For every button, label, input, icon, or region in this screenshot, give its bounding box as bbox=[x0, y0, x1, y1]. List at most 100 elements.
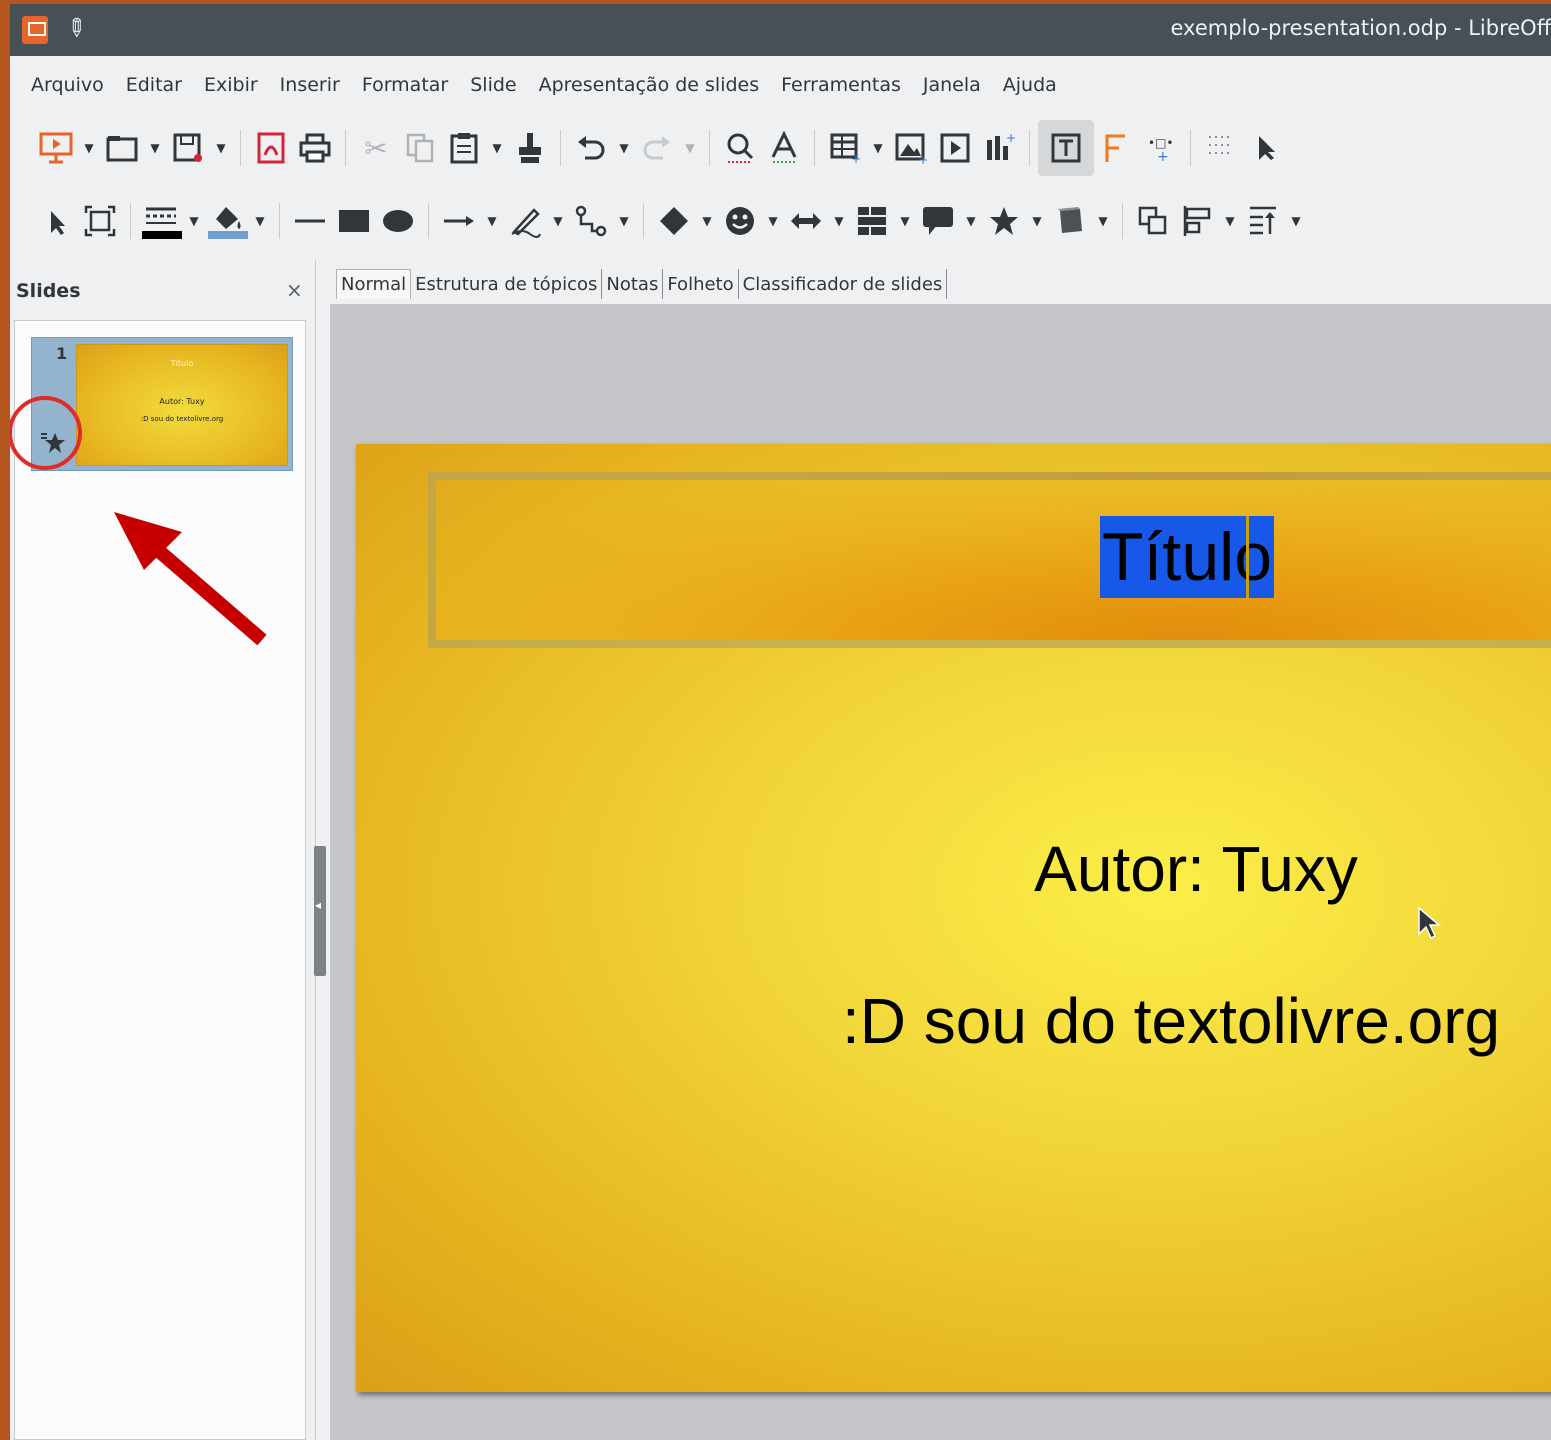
fill-color-dropdown-icon[interactable]: ▼ bbox=[249, 214, 271, 228]
spelling-icon[interactable] bbox=[762, 120, 806, 176]
tab-notes[interactable]: Notas bbox=[602, 269, 664, 299]
menu-ferramentas[interactable]: Ferramentas bbox=[770, 74, 912, 96]
slide-canvas[interactable]: Título Autor: Tuxy :D sou do textolivre.… bbox=[356, 444, 1551, 1392]
view-tabs: Normal Estrutura de tópicos Notas Folhet… bbox=[336, 266, 948, 302]
title-placeholder[interactable] bbox=[428, 472, 1551, 648]
flowchart-dropdown-icon[interactable]: ▼ bbox=[894, 214, 916, 228]
tab-outline[interactable]: Estrutura de tópicos bbox=[411, 269, 603, 299]
cut-icon[interactable]: ✂ bbox=[354, 120, 398, 176]
start-slideshow-icon[interactable] bbox=[34, 120, 78, 176]
save-icon[interactable] bbox=[166, 120, 210, 176]
paste-icon[interactable] bbox=[442, 120, 486, 176]
stars-icon[interactable] bbox=[982, 193, 1026, 249]
connector-icon[interactable] bbox=[569, 193, 613, 249]
image-icon[interactable]: + bbox=[889, 120, 933, 176]
callout-dropdown-icon[interactable]: ▼ bbox=[960, 214, 982, 228]
menu-formatar[interactable]: Formatar bbox=[351, 74, 459, 96]
menu-arquivo[interactable]: Arquivo bbox=[20, 74, 115, 96]
thumbnail-author: Autor: Tuxy bbox=[159, 397, 205, 406]
menu-apresentacao[interactable]: Apresentação de slides bbox=[528, 74, 771, 96]
slideshow-dropdown-icon[interactable]: ▼ bbox=[78, 141, 100, 155]
symbol-shapes-icon[interactable] bbox=[718, 193, 762, 249]
open-dropdown-icon[interactable]: ▼ bbox=[144, 141, 166, 155]
paste-dropdown-icon[interactable]: ▼ bbox=[486, 141, 508, 155]
slide-subtitle[interactable]: :D sou do textolivre.org bbox=[842, 984, 1500, 1058]
lines-arrows-dropdown-icon[interactable]: ▼ bbox=[481, 214, 503, 228]
print-icon[interactable] bbox=[293, 120, 337, 176]
select-icon[interactable] bbox=[34, 193, 78, 249]
flowchart-icon[interactable] bbox=[850, 193, 894, 249]
table-dropdown-icon[interactable]: ▼ bbox=[867, 141, 889, 155]
menu-slide[interactable]: Slide bbox=[459, 74, 527, 96]
zoom-pan-icon[interactable] bbox=[78, 193, 122, 249]
open-icon[interactable] bbox=[100, 120, 144, 176]
stars-dropdown-icon[interactable]: ▼ bbox=[1026, 214, 1048, 228]
curve-icon[interactable] bbox=[503, 193, 547, 249]
separator bbox=[345, 130, 346, 166]
save-dropdown-icon[interactable]: ▼ bbox=[210, 141, 232, 155]
separator bbox=[1029, 130, 1030, 166]
curve-dropdown-icon[interactable]: ▼ bbox=[547, 214, 569, 228]
transformations-icon[interactable] bbox=[1131, 193, 1175, 249]
separator bbox=[643, 203, 644, 239]
impress-app-icon[interactable] bbox=[22, 16, 48, 44]
svg-text:+: + bbox=[1157, 149, 1169, 163]
thumbnail-title: Título bbox=[170, 359, 194, 368]
tab-handout[interactable]: Folheto bbox=[663, 269, 739, 299]
select-icon[interactable] bbox=[1243, 120, 1287, 176]
rectangle-icon[interactable] bbox=[332, 193, 376, 249]
symbol-shapes-dropdown-icon[interactable]: ▼ bbox=[762, 214, 784, 228]
menu-ajuda[interactable]: Ajuda bbox=[992, 74, 1068, 96]
slide-editing-area[interactable]: Título Autor: Tuxy :D sou do textolivre.… bbox=[330, 304, 1551, 1440]
slides-list[interactable]: 1 Título Autor: Tuxy :D sou do textolivr… bbox=[14, 320, 306, 1440]
slide-thumbnail-image[interactable]: Título Autor: Tuxy :D sou do textolivre.… bbox=[76, 344, 288, 466]
undo-dropdown-icon[interactable]: ▼ bbox=[613, 141, 635, 155]
close-icon[interactable]: × bbox=[286, 278, 303, 302]
arrange-icon[interactable] bbox=[1241, 193, 1285, 249]
arrange-dropdown-icon[interactable]: ▼ bbox=[1285, 214, 1307, 228]
line-color-dropdown-icon[interactable]: ▼ bbox=[183, 214, 205, 228]
annotation-highlight-circle bbox=[10, 396, 82, 470]
pin-icon[interactable]: ✎ bbox=[59, 11, 93, 45]
menu-inserir[interactable]: Inserir bbox=[269, 74, 351, 96]
connector-dropdown-icon[interactable]: ▼ bbox=[613, 214, 635, 228]
align-dropdown-icon[interactable]: ▼ bbox=[1219, 214, 1241, 228]
chart-icon[interactable]: + bbox=[977, 120, 1021, 176]
clone-formatting-icon[interactable] bbox=[508, 120, 552, 176]
3d-objects-icon[interactable] bbox=[1048, 193, 1092, 249]
menu-editar[interactable]: Editar bbox=[115, 74, 193, 96]
text-box-icon[interactable] bbox=[1038, 120, 1094, 176]
basic-shapes-icon[interactable] bbox=[652, 193, 696, 249]
arrow-line-icon[interactable] bbox=[437, 193, 481, 249]
line-color-icon[interactable] bbox=[139, 193, 183, 249]
separator bbox=[814, 130, 815, 166]
menu-exibir[interactable]: Exibir bbox=[193, 74, 269, 96]
window-title: exemplo-presentation.odp - LibreOffi bbox=[1170, 16, 1551, 40]
find-icon[interactable] bbox=[718, 120, 762, 176]
menu-janela[interactable]: Janela bbox=[912, 74, 992, 96]
block-arrows-dropdown-icon[interactable]: ▼ bbox=[828, 214, 850, 228]
slide-author[interactable]: Autor: Tuxy bbox=[356, 832, 1551, 906]
basic-shapes-dropdown-icon[interactable]: ▼ bbox=[696, 214, 718, 228]
fontwork-icon[interactable] bbox=[1094, 120, 1138, 176]
export-pdf-icon[interactable] bbox=[249, 120, 293, 176]
undo-icon[interactable] bbox=[569, 120, 613, 176]
redo-dropdown-icon[interactable]: ▼ bbox=[679, 141, 701, 155]
media-icon[interactable] bbox=[933, 120, 977, 176]
callout-icon[interactable] bbox=[916, 193, 960, 249]
line-icon[interactable] bbox=[288, 193, 332, 249]
block-arrows-icon[interactable] bbox=[784, 193, 828, 249]
3d-objects-dropdown-icon[interactable]: ▼ bbox=[1092, 214, 1114, 228]
pane-splitter-handle[interactable] bbox=[314, 846, 326, 976]
redo-icon[interactable] bbox=[635, 120, 679, 176]
align-icon[interactable] bbox=[1175, 193, 1219, 249]
fill-color-icon[interactable] bbox=[205, 193, 249, 249]
ellipse-icon[interactable] bbox=[376, 193, 420, 249]
copy-icon[interactable] bbox=[398, 120, 442, 176]
separator bbox=[1190, 130, 1191, 166]
tab-normal[interactable]: Normal bbox=[336, 269, 412, 299]
fields-icon[interactable]: •□• + bbox=[1138, 120, 1182, 176]
grid-icon[interactable] bbox=[1199, 120, 1243, 176]
tab-slide-sorter[interactable]: Classificador de slides bbox=[739, 269, 948, 299]
table-icon[interactable]: + bbox=[823, 120, 867, 176]
